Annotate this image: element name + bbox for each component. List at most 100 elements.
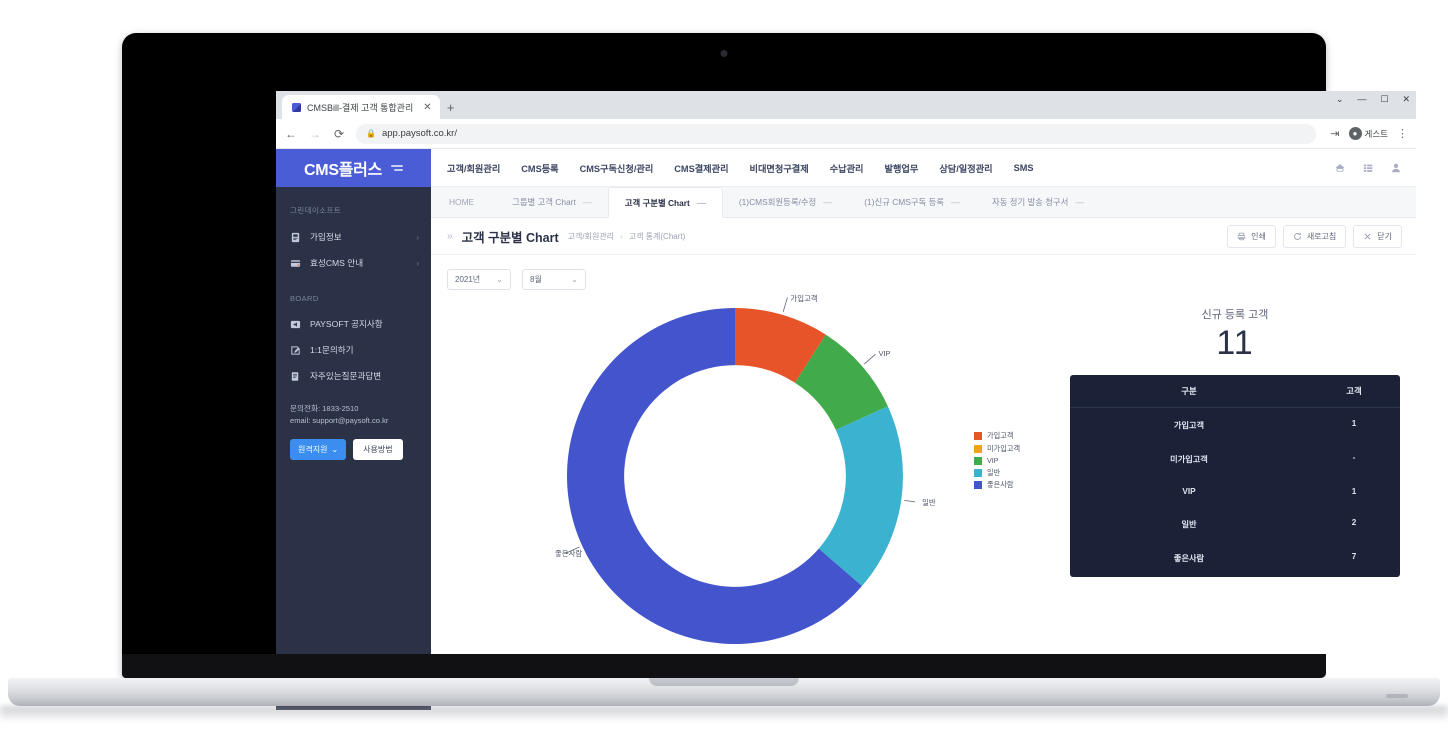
- chevron-down-icon: ⌄: [496, 275, 503, 284]
- breadcrumb-item[interactable]: 고객/회원관리: [568, 231, 614, 242]
- browser-menu-icon[interactable]: ⋮: [1397, 127, 1408, 140]
- close-icon[interactable]: —: [697, 198, 706, 208]
- forward-icon[interactable]: →: [308, 127, 322, 141]
- laptop-base-notch: [649, 678, 799, 686]
- tab-home[interactable]: HOME: [449, 187, 496, 217]
- user-icon[interactable]: [1390, 162, 1402, 174]
- legend-label: 가입고객: [987, 431, 1014, 440]
- remote-support-button[interactable]: 원격지원 ⌄: [290, 438, 347, 460]
- sidebar-item-notice[interactable]: PAYSOFT 공지사항: [276, 311, 431, 337]
- chart-legend: 가입고객미가입고객 VIP 일반좋은사람: [974, 431, 1020, 493]
- legend-item[interactable]: 미가입고객: [974, 444, 1020, 454]
- table-row[interactable]: 좋은사람 7: [1070, 541, 1400, 575]
- cell-category: 가입고객: [1173, 420, 1205, 430]
- table-row[interactable]: 가입고객 1: [1070, 408, 1400, 442]
- window-close-button[interactable]: ✕: [1402, 95, 1410, 104]
- leader-line-일반: [904, 499, 915, 503]
- stats-total-count: 11: [1216, 324, 1254, 362]
- cell-count: 7: [1351, 551, 1357, 561]
- nav-item-sms[interactable]: SMS: [1014, 163, 1034, 173]
- maximize-button[interactable]: ☐: [1380, 95, 1388, 104]
- cell-category: 일반: [1181, 519, 1197, 529]
- contact-phone: 문의전화: 1833-2510: [290, 404, 359, 413]
- nav-item-collection[interactable]: 수납관리: [830, 161, 864, 175]
- sidebar-item-faq[interactable]: 자주있는질문과답변: [276, 363, 431, 389]
- tab-customer-category-chart[interactable]: 고객 구분별 Chart —: [607, 187, 723, 218]
- back-icon[interactable]: ←: [284, 127, 298, 141]
- close-icon[interactable]: —: [1075, 197, 1084, 207]
- donut-chart-panel: 가입고객 VIP 일반 좋은사람 가입고객 미가입고객 VIP 일반 좋은사람: [447, 293, 1070, 696]
- chevron-down-icon: ⌄: [571, 275, 578, 284]
- donut-label-일반: 일반: [922, 498, 936, 508]
- close-icon[interactable]: ✕: [423, 102, 431, 113]
- legend-color-swatch: [974, 444, 982, 453]
- tab-cms-member-register[interactable]: (1)CMS회원등록/수정 —: [723, 187, 848, 217]
- legend-item[interactable]: 일반: [974, 468, 1020, 478]
- filter-row: 2021년 ⌄ 8월 ⌄: [447, 269, 1400, 290]
- year-select[interactable]: 2021년 ⌄: [447, 269, 511, 290]
- grid-icon[interactable]: [1362, 162, 1374, 174]
- avatar: ●: [1348, 127, 1362, 140]
- new-tab-button[interactable]: +: [440, 95, 462, 119]
- month-select[interactable]: 8월 ⌄: [522, 269, 586, 290]
- tab-label: (1)신규 CMS구독 등록: [864, 197, 944, 207]
- nav-item-cms-register[interactable]: CMS등록: [521, 161, 558, 175]
- top-nav-items: 고객/회원관리 CMS등록 CMS구독신청/관리 CMS결제관리 비대면청구결제…: [447, 161, 1334, 175]
- home-icon[interactable]: [1334, 162, 1346, 174]
- legend-item[interactable]: VIP: [974, 456, 1020, 465]
- table-row[interactable]: VIP 1: [1070, 476, 1400, 507]
- breadcrumb-item[interactable]: 고객 통계(Chart): [629, 231, 686, 242]
- breadcrumb-path: 고객/회원관리 › 고객 통계(Chart): [568, 231, 686, 242]
- minimize-button[interactable]: —: [1357, 95, 1366, 104]
- profile-button[interactable]: ● 게스트: [1348, 127, 1388, 140]
- tab-group-customer-chart[interactable]: 그룹별 고객 Chart —: [496, 187, 608, 217]
- legend-color-swatch: [974, 456, 982, 465]
- table-body: 가입고객 1 미가입고객 - VIP 1 일반 2 좋은사람 7: [1070, 408, 1400, 575]
- sidebar-item-inquiry[interactable]: 1:1문의하기: [276, 337, 431, 363]
- nav-item-issuance[interactable]: 발행업무: [885, 161, 919, 175]
- hamburger-icon[interactable]: [390, 165, 403, 171]
- logo-bar[interactable]: CMS플러스: [276, 149, 431, 187]
- tab-new-cms-subscription[interactable]: (1)신규 CMS구독 등록 —: [848, 187, 976, 217]
- remote-support-label: 원격지원: [298, 444, 328, 454]
- sidebar-item-hyosung-cms-guide[interactable]: 효성CMS 안내 ›: [276, 250, 431, 276]
- howto-button[interactable]: 사용방법: [353, 438, 403, 460]
- refresh-button[interactable]: 새로고침: [1282, 224, 1347, 248]
- close-icon[interactable]: —: [583, 197, 592, 207]
- lock-icon: 🔒: [366, 129, 376, 138]
- nav-item-consulting-schedule[interactable]: 상담/일정관리: [939, 161, 992, 175]
- nav-item-remote-billing[interactable]: 비대면청구결제: [750, 161, 809, 175]
- legend-item[interactable]: 좋은사람: [974, 480, 1020, 490]
- chevron-down-icon[interactable]: ⌄: [1336, 95, 1344, 104]
- nav-item-cms-payment[interactable]: CMS결제관리: [674, 161, 728, 175]
- donut-segment-일반[interactable]: [818, 406, 903, 587]
- tab-label: 그룹별 고객 Chart: [512, 197, 576, 207]
- app-root: CMS플러스 그린데이소프트 가입정보 › 효성CMS 안내 › BOARD P…: [276, 149, 1416, 710]
- nav-item-cms-subscription[interactable]: CMS구독신청/관리: [580, 161, 654, 175]
- close-icon[interactable]: —: [823, 197, 832, 207]
- address-bar[interactable]: 🔒 app.paysoft.co.kr/: [356, 123, 1317, 144]
- close-label: 닫기: [1377, 231, 1392, 241]
- legend-item[interactable]: 가입고객: [974, 431, 1020, 441]
- screen: CMSBill-결제 고객 통합관리 ✕ + ⌄ — ☐ ✕ ← → ⟳ 🔒 a…: [276, 91, 1416, 710]
- share-icon[interactable]: ⇥: [1330, 127, 1339, 140]
- tab-auto-recurring-invoice[interactable]: 자동 정기 발송 청구서 —: [976, 187, 1100, 217]
- sidebar-actions: 원격지원 ⌄ 사용방법: [276, 427, 431, 460]
- nav-item-customer-member[interactable]: 고객/회원관리: [447, 161, 500, 175]
- donut-label-가입고객: 가입고객: [790, 293, 818, 303]
- reload-icon[interactable]: ⟳: [332, 127, 346, 141]
- print-label: 인쇄: [1251, 231, 1266, 241]
- table-row[interactable]: 일반 2: [1070, 507, 1400, 541]
- print-button[interactable]: 인쇄: [1227, 224, 1276, 248]
- page-actions: 인쇄 새로고침 닫기: [1227, 224, 1402, 248]
- close-page-button[interactable]: 닫기: [1353, 224, 1402, 248]
- donut-chart-svg[interactable]: [555, 296, 915, 656]
- laptop-base-foot: [1386, 694, 1408, 698]
- table-header-row: 구분 고객: [1070, 375, 1400, 408]
- legend-label: 좋은사람: [987, 480, 1014, 489]
- browser-tab[interactable]: CMSBill-결제 고객 통합관리 ✕: [282, 95, 440, 119]
- close-icon[interactable]: —: [951, 197, 960, 207]
- table-row[interactable]: 미가입고객 -: [1070, 442, 1400, 476]
- chevron-right-icon: ›: [620, 231, 623, 241]
- sidebar-item-membership-info[interactable]: 가입정보 ›: [276, 224, 431, 250]
